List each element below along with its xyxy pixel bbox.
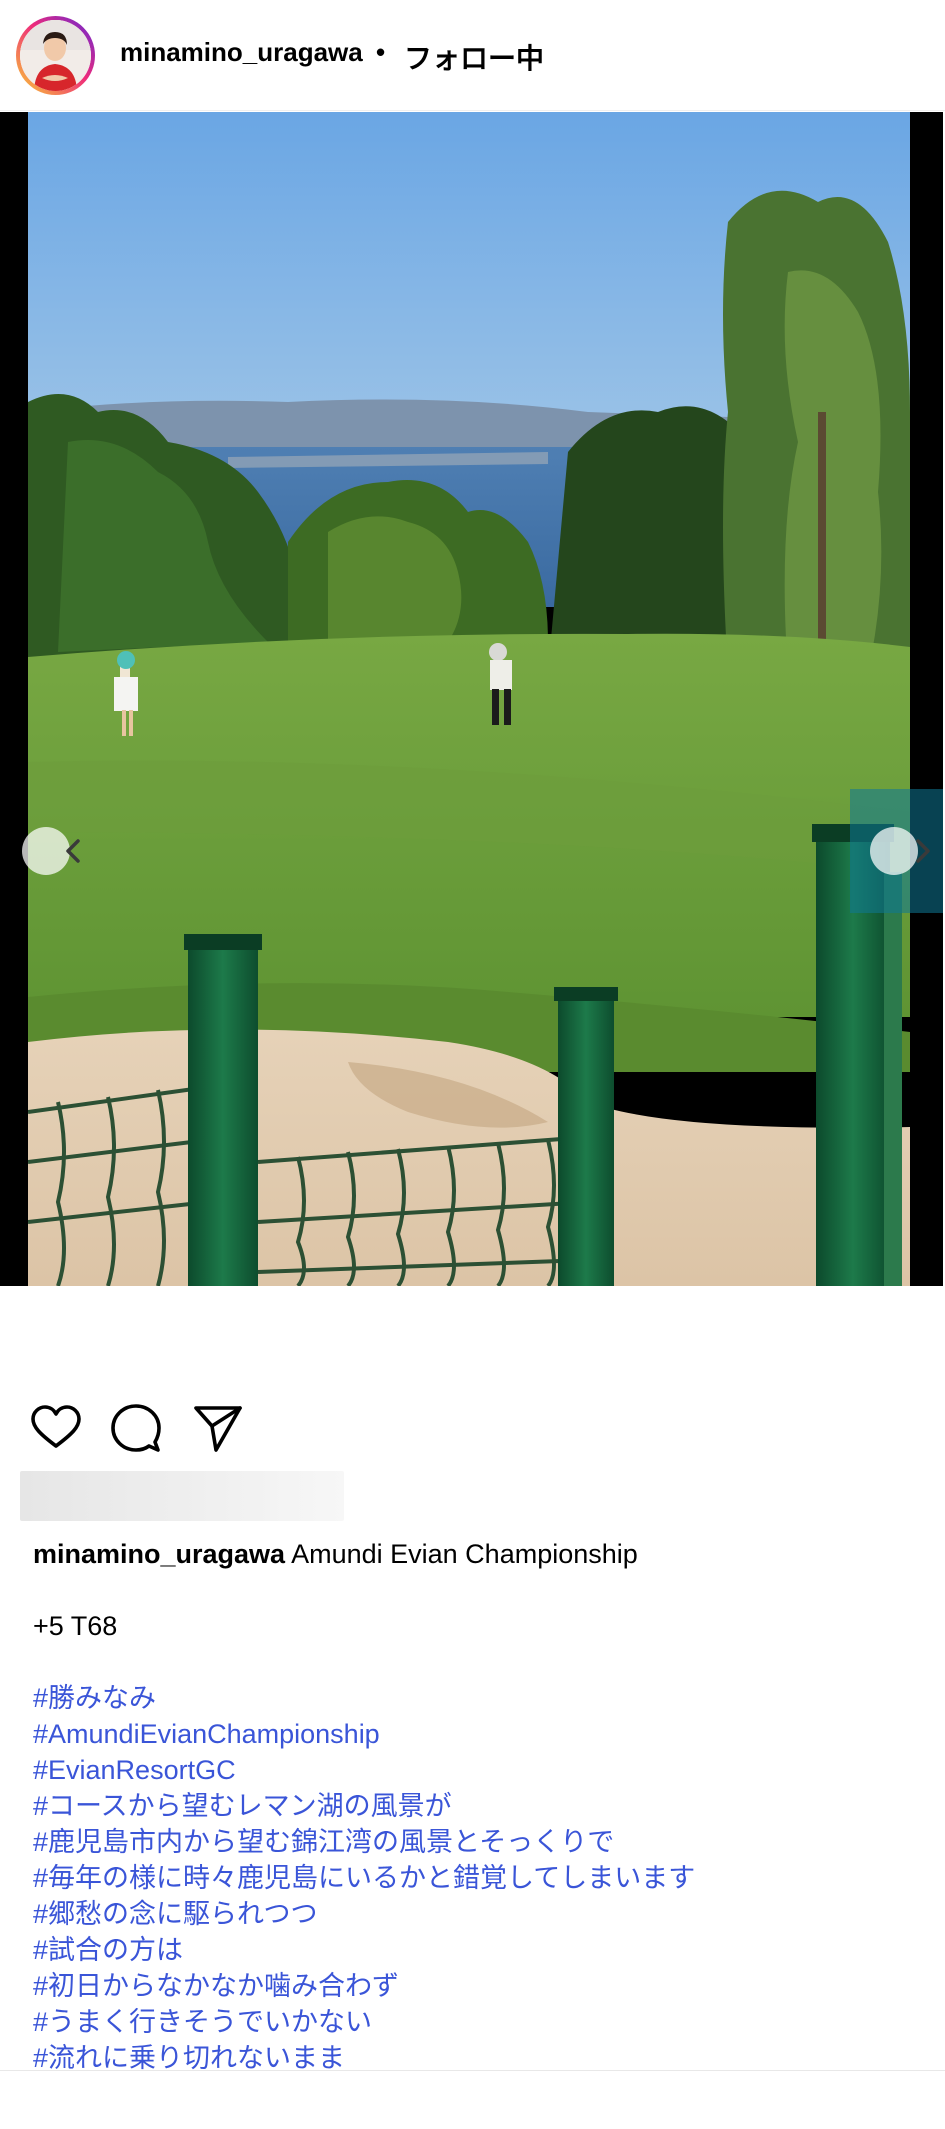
- header-username[interactable]: minamino_uragawa: [120, 37, 363, 68]
- post-video[interactable]: [0, 112, 943, 1286]
- hashtag-link[interactable]: #初日からなかなか噛み合わず: [33, 1968, 913, 2004]
- header-separator: •: [376, 37, 386, 67]
- hashtag-link[interactable]: #EvianResortGC: [33, 1752, 913, 1788]
- caption-score: +5 T68: [33, 1611, 118, 1641]
- next-button[interactable]: [870, 827, 930, 875]
- video-frame-image: [28, 112, 910, 1286]
- hashtag-link[interactable]: #試合の方は: [33, 1932, 913, 1968]
- like-button[interactable]: [28, 1400, 84, 1456]
- heart-icon: [31, 1405, 81, 1448]
- story-ring[interactable]: [16, 16, 95, 95]
- share-button[interactable]: [190, 1400, 246, 1456]
- hashtag-link[interactable]: #鹿児島市内から望む錦江湾の風景とそっくりで: [33, 1824, 913, 1860]
- likes-loading-placeholder: [20, 1471, 344, 1521]
- hashtag-link[interactable]: #勝みなみ: [33, 1680, 913, 1716]
- caption-first-line: minamino_uragawa Amundi Evian Championsh…: [33, 1536, 913, 1572]
- caption: minamino_uragawa Amundi Evian Championsh…: [33, 1536, 913, 2076]
- follow-status-button[interactable]: フォロー中: [404, 37, 544, 77]
- hashtag-link[interactable]: #郷愁の念に駆られつつ: [33, 1896, 913, 1932]
- hashtag-link[interactable]: #コースから望むレマン湖の風景が: [33, 1788, 913, 1824]
- comment-bubble-icon: [111, 1404, 161, 1452]
- action-row: [28, 1400, 328, 1456]
- paper-plane-icon: [194, 1406, 242, 1452]
- chevron-right-icon: [916, 839, 930, 863]
- hashtag-link[interactable]: #毎年の様に時々鹿児島にいるかと錯覚してしまいます: [33, 1860, 913, 1896]
- header-divider: [0, 110, 945, 111]
- caption-title: Amundi Evian Championship: [291, 1539, 638, 1569]
- previous-button[interactable]: [22, 827, 80, 875]
- caption-username[interactable]: minamino_uragawa: [33, 1539, 285, 1569]
- avatar-image: [20, 20, 91, 91]
- hashtag-link[interactable]: #AmundiEvianChampionship: [33, 1716, 913, 1752]
- bottom-overlay: [0, 2070, 945, 2129]
- hashtag-link[interactable]: #うまく行きそうでいかない: [33, 2004, 913, 2040]
- hashtag-list: #勝みなみ #AmundiEvianChampionship #EvianRes…: [33, 1680, 913, 2076]
- post-header: minamino_uragawa • フォロー中: [0, 0, 945, 111]
- avatar[interactable]: [20, 20, 91, 91]
- chevron-left-icon: [66, 839, 80, 863]
- comment-button[interactable]: [108, 1400, 164, 1456]
